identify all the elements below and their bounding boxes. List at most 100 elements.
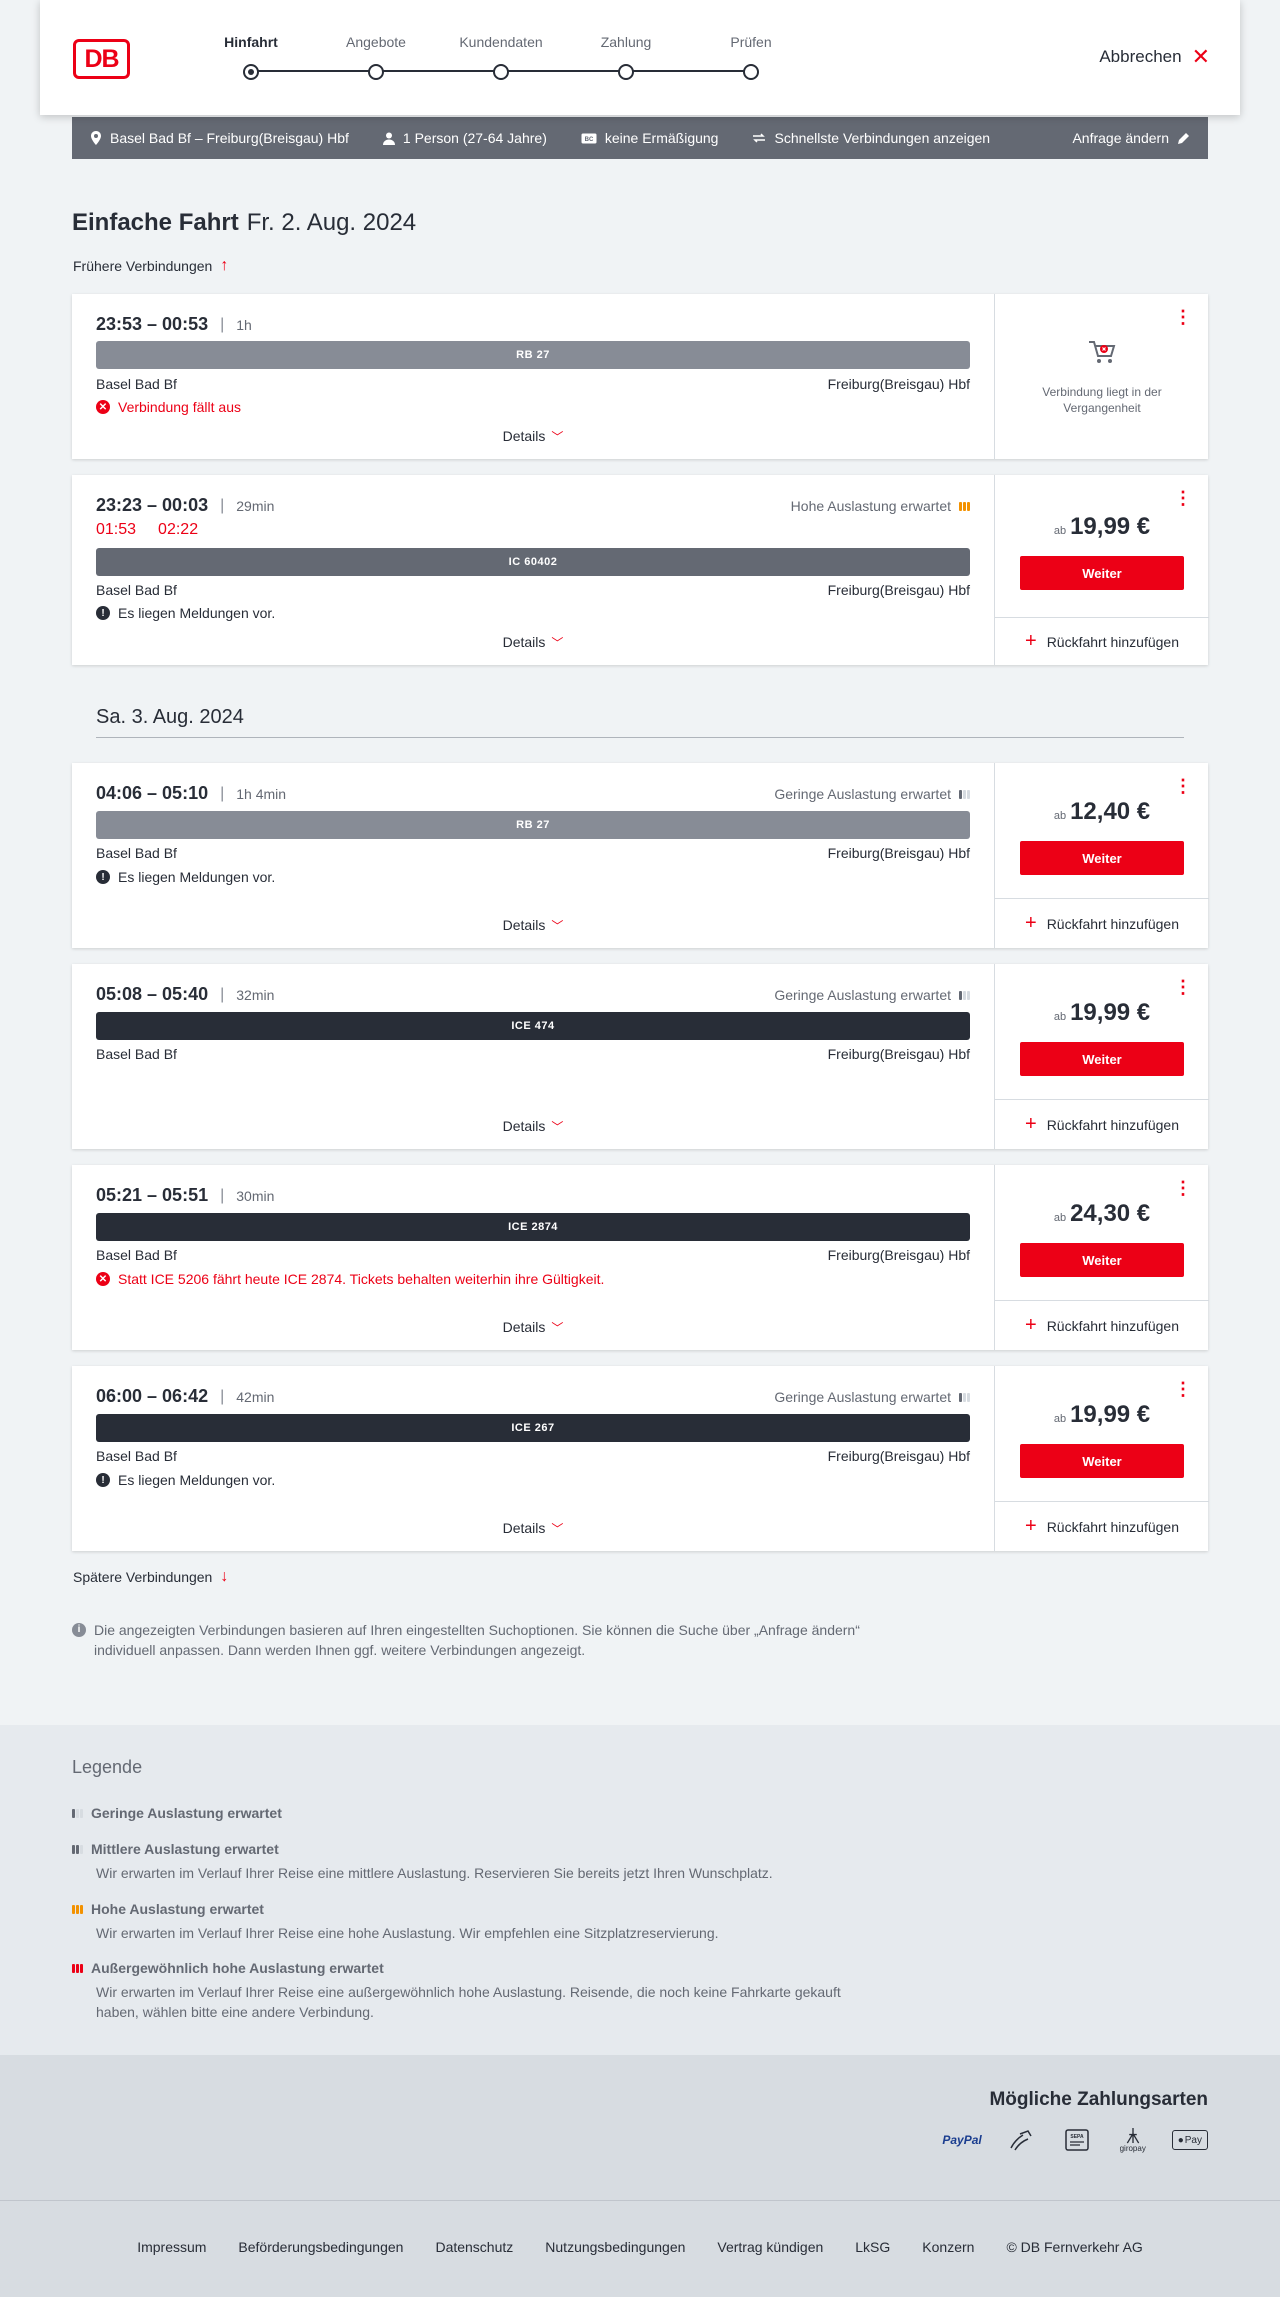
plus-icon: + — [1025, 630, 1037, 652]
train-bar[interactable]: RB 27 — [96, 811, 970, 839]
continue-button[interactable]: Weiter — [1020, 556, 1184, 590]
footer-link-impressum[interactable]: Impressum — [137, 2239, 206, 2255]
step-label: Zahlung — [600, 34, 652, 50]
connection-info: 05:21 – 05:51 | 30min ICE 2874 Basel Bad B… — [72, 1165, 994, 1350]
option-summary: Schnellste Verbindungen anzeigen — [752, 130, 990, 146]
info-message: ! Es liegen Meldungen vor. — [96, 1472, 275, 1488]
page-title: Einfache Fahrt Fr. 2. Aug. 2024 — [72, 209, 416, 237]
step-dot — [368, 64, 384, 80]
details-toggle[interactable]: Details ﹀ — [72, 917, 994, 934]
edit-search-button[interactable]: Anfrage ändern — [1072, 130, 1190, 146]
add-return-button[interactable]: + Rückfahrt hinzufügen — [995, 1099, 1209, 1149]
offer-panel: ⋮ Verbindung liegt in der Vergangenheit — [994, 294, 1208, 459]
origin-station: Basel Bad Bf — [96, 376, 177, 392]
step-zahlung[interactable]: Zahlung — [566, 34, 686, 80]
footer-link-konzern[interactable]: Konzern — [922, 2239, 974, 2255]
connection-card: 04:06 – 05:10 | 1h 4min Geringe Auslastung… — [72, 763, 1209, 948]
apple-icon: ● — [1177, 2134, 1184, 2146]
bahncard-icon: BC — [581, 133, 597, 144]
more-options-icon[interactable]: ⋮ — [1174, 1380, 1192, 1398]
legend-item-exceptional: Außergewöhnlich hohe Auslastung erwartet… — [72, 1960, 872, 2022]
legend-item-title: Außergewöhnlich hohe Auslastung erwartet — [91, 1960, 384, 1976]
offer-panel: ⋮ ab 19,99 € Weiter + Rückfahrt hinzufügen — [994, 475, 1209, 665]
time-range: 05:08 – 05:40 — [96, 984, 209, 1004]
step-label: Angebote — [346, 34, 406, 50]
cancel-button[interactable]: Abbrechen ✕ — [1099, 46, 1210, 68]
connection-card: 05:08 – 05:40 | 32min Geringe Auslastung e… — [72, 964, 1209, 1149]
connection-card: 05:21 – 05:51 | 30min ICE 2874 Basel Bad B… — [72, 1165, 1209, 1350]
offer-panel: ⋮ ab 19,99 € Weiter + Rückfahrt hinzufügen — [994, 1366, 1209, 1551]
train-bar[interactable]: RB 27 — [96, 341, 970, 369]
footer-link-befoerderungsbedingungen[interactable]: Beförderungsbedingungen — [238, 2239, 403, 2255]
more-options-icon[interactable]: ⋮ — [1174, 489, 1192, 507]
details-label: Details — [502, 1319, 546, 1335]
chevron-down-icon: ﹀ — [551, 636, 564, 650]
price: ab 19,99 € — [995, 513, 1209, 541]
cart-unavailable-icon — [1087, 338, 1117, 370]
footer-link-lksg[interactable]: LkSG — [855, 2239, 890, 2255]
step-pruefen[interactable]: Prüfen — [691, 34, 811, 80]
details-toggle[interactable]: Details ﹀ — [72, 1319, 994, 1336]
details-label: Details — [502, 917, 546, 933]
time-range: 23:53 – 00:53 — [96, 314, 209, 334]
continue-button[interactable]: Weiter — [1020, 1042, 1184, 1076]
continue-button[interactable]: Weiter — [1020, 841, 1184, 875]
db-logo[interactable]: DB — [73, 39, 130, 79]
details-toggle[interactable]: Details ﹀ — [72, 1118, 994, 1135]
realtime-arrival: 02:22 — [158, 521, 199, 538]
message-text: Es liegen Meldungen vor. — [118, 1472, 276, 1488]
price-value: 19,99 € — [1070, 1401, 1151, 1428]
pencil-icon — [1177, 132, 1190, 145]
details-label: Details — [502, 634, 546, 650]
details-toggle[interactable]: Details ﹀ — [72, 1520, 994, 1537]
add-return-button[interactable]: + Rückfahrt hinzufügen — [995, 1501, 1209, 1551]
legend-item-high: Hohe Auslastung erwartet Wir erwarten im… — [72, 1901, 872, 1943]
train-bar[interactable]: ICE 267 — [96, 1414, 970, 1442]
continue-button[interactable]: Weiter — [1020, 1444, 1184, 1478]
footer-link-vertrag-kuendigen[interactable]: Vertrag kündigen — [717, 2239, 823, 2255]
more-options-icon[interactable]: ⋮ — [1174, 777, 1192, 795]
sepa-label: SEPA — [1070, 2134, 1084, 2140]
load-text: Geringe Auslastung erwartet — [774, 1389, 951, 1405]
more-options-icon[interactable]: ⋮ — [1174, 978, 1192, 996]
train-bar[interactable]: IC 60402 — [96, 548, 970, 576]
price-prefix: ab — [1053, 810, 1067, 822]
load-indicator: Hohe Auslastung erwartet — [791, 498, 970, 514]
price-prefix: ab — [1053, 1212, 1067, 1224]
passenger-text: 1 Person (27-64 Jahre) — [402, 130, 547, 146]
train-bar[interactable]: ICE 474 — [96, 1012, 970, 1040]
price: ab 24,30 € — [995, 1200, 1209, 1228]
train-bar[interactable]: ICE 2874 — [96, 1213, 970, 1241]
price-value: 24,30 € — [1070, 1200, 1151, 1227]
alert-icon: ! — [96, 606, 110, 620]
duration: 1h — [236, 316, 252, 333]
add-return-button[interactable]: + Rückfahrt hinzufügen — [995, 898, 1209, 948]
connection-times: 23:53 – 00:53 | 1h — [96, 314, 252, 335]
later-connections-link[interactable]: Spätere Verbindungen ↓ — [73, 1568, 228, 1586]
connection-info: 06:00 – 06:42 | 42min Geringe Auslastung e… — [72, 1366, 994, 1551]
info-message: ! Es liegen Meldungen vor. — [96, 869, 275, 885]
footer-link-nutzungsbedingungen[interactable]: Nutzungsbedingungen — [545, 2239, 685, 2255]
price-prefix: ab — [1053, 1413, 1067, 1425]
connection-card: 23:23 – 00:03 | 29min 01:53 02:22 Hohe Ausl… — [72, 475, 1209, 665]
price: ab 19,99 € — [995, 1401, 1209, 1429]
continue-button[interactable]: Weiter — [1020, 1243, 1184, 1277]
details-toggle[interactable]: Details ﹀ — [72, 428, 994, 445]
destination-station: Freiburg(Breisgau) Hbf — [827, 376, 970, 392]
realtime-departure: 01:53 — [96, 521, 137, 538]
step-hinfahrt[interactable]: Hinfahrt — [191, 34, 311, 80]
price: ab 19,99 € — [995, 999, 1209, 1027]
step-kundendaten[interactable]: Kundendaten — [441, 34, 561, 80]
connection-times: 05:21 – 05:51 | 30min — [96, 1185, 274, 1206]
add-return-button[interactable]: + Rückfahrt hinzufügen — [995, 617, 1209, 665]
earlier-connections-link[interactable]: Frühere Verbindungen ↑ — [73, 257, 228, 275]
plus-icon: + — [1025, 1113, 1037, 1135]
more-options-icon[interactable]: ⋮ — [1174, 1179, 1192, 1197]
step-label: Hinfahrt — [224, 34, 278, 50]
add-return-button[interactable]: + Rückfahrt hinzufügen — [995, 1300, 1209, 1350]
details-toggle[interactable]: Details ﹀ — [72, 634, 994, 651]
footer-link-datenschutz[interactable]: Datenschutz — [435, 2239, 513, 2255]
step-angebote[interactable]: Angebote — [316, 34, 436, 80]
high-load-icon — [959, 501, 970, 511]
close-icon: ✕ — [1191, 44, 1210, 69]
